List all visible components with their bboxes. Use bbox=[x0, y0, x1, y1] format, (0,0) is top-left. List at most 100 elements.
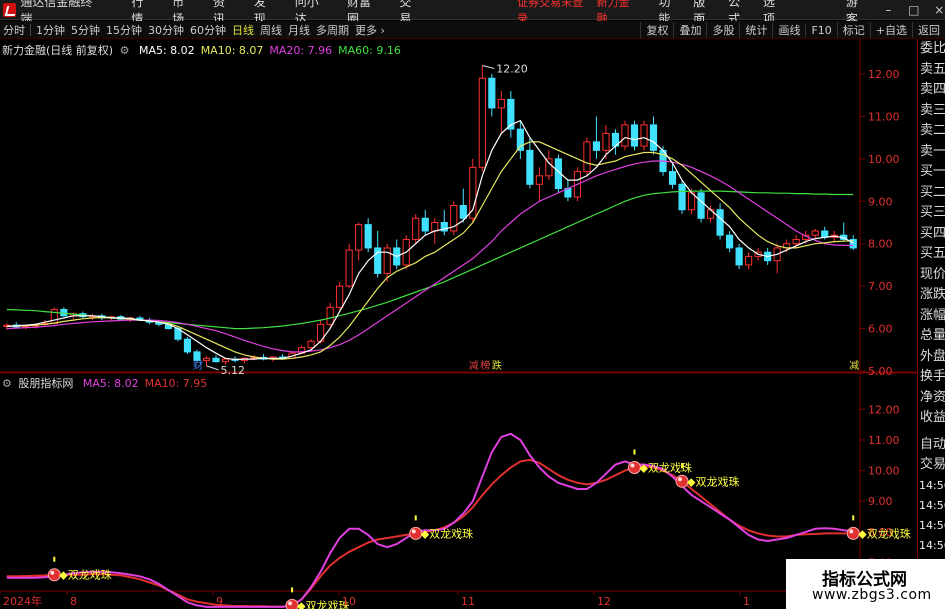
back-button[interactable]: 返回 bbox=[912, 22, 945, 38]
main-y-tick-label: 11.00 bbox=[868, 110, 900, 123]
adjust-button[interactable]: 复权 bbox=[640, 22, 673, 38]
period-daily[interactable]: 日线 bbox=[229, 22, 257, 38]
signal-label: ◆双龙戏珠 bbox=[639, 461, 691, 475]
mark-button[interactable]: 标记 bbox=[836, 22, 870, 38]
main-y-tick-label: 12.00 bbox=[868, 68, 900, 81]
period-60min[interactable]: 60分钟 bbox=[187, 22, 229, 38]
candle-up bbox=[497, 98, 505, 109]
signal-dot-shine bbox=[630, 463, 635, 468]
period-multi[interactable]: 多周期 bbox=[313, 22, 352, 38]
event-tag: 跌 bbox=[492, 359, 502, 372]
quote-item-14[interactable]: 总量 bbox=[918, 326, 945, 347]
event-tag: 榜 bbox=[480, 359, 490, 372]
quote-item-17[interactable]: 净资 bbox=[918, 388, 945, 409]
main-ma-label-1: MA10: 8.07 bbox=[200, 44, 264, 57]
candle-down bbox=[193, 351, 201, 361]
candle-down bbox=[735, 247, 743, 266]
candle-down bbox=[488, 77, 496, 109]
tick-time-2[interactable]: 14:56 bbox=[918, 516, 945, 536]
quote-item-10[interactable]: 买五 bbox=[918, 244, 945, 265]
f10-button[interactable]: F10 bbox=[805, 23, 836, 37]
quote-side-panel: 委比 卖五 卖四 卖三 卖二 卖一 买一 买二 买三 买四 买五 现价 涨跌 涨幅 总量 外盘 换手 净资 收益 自… bbox=[917, 39, 945, 609]
auto-trade-item-1[interactable]: 交易 bbox=[918, 455, 945, 476]
quote-item-2[interactable]: 卖四 bbox=[918, 80, 945, 101]
candle-down bbox=[821, 230, 829, 238]
maximize-icon[interactable]: □ bbox=[908, 3, 919, 17]
signal-dot-shine bbox=[411, 529, 416, 534]
quote-item-3[interactable]: 卖三 bbox=[918, 101, 945, 122]
candle-up bbox=[621, 124, 629, 147]
high-pointer bbox=[482, 65, 495, 69]
stats-button[interactable]: 统计 bbox=[739, 22, 772, 38]
auto-trade-item-0[interactable]: 自动 bbox=[918, 435, 945, 456]
overlay-button[interactable]: 叠加 bbox=[673, 22, 706, 38]
signal-dot-shine bbox=[678, 477, 683, 482]
quote-item-6[interactable]: 买一 bbox=[918, 162, 945, 183]
quote-item-7[interactable]: 买二 bbox=[918, 183, 945, 204]
draw-line-button[interactable]: 画线 bbox=[772, 22, 805, 38]
candle-up bbox=[745, 255, 753, 266]
period-5min[interactable]: 5分钟 bbox=[68, 22, 103, 38]
quote-item-1[interactable]: 卖五 bbox=[918, 60, 945, 81]
sub-ma-label-0: MA5: 8.02 bbox=[82, 377, 139, 390]
candle-up bbox=[811, 230, 819, 236]
candle-up bbox=[545, 158, 553, 177]
main-y-tick-label: 7.00 bbox=[868, 280, 893, 293]
period-monthly[interactable]: 月线 bbox=[285, 22, 313, 38]
quote-item-15[interactable]: 外盘 bbox=[918, 347, 945, 368]
tick-time-1[interactable]: 14:56 bbox=[918, 496, 945, 516]
toolbar-divider bbox=[30, 23, 31, 36]
quote-item-13[interactable]: 涨幅 bbox=[918, 306, 945, 327]
settings-icon[interactable]: ⚙ bbox=[2, 377, 12, 390]
settings-icon[interactable]: ⚙ bbox=[120, 44, 130, 57]
period-more[interactable]: 更多 › bbox=[352, 22, 388, 38]
main-y-tick-label: 10.00 bbox=[868, 153, 900, 166]
close-icon[interactable]: × bbox=[934, 3, 945, 17]
sub-ma5-line bbox=[6, 432, 854, 608]
main-ma-label-0: MA5: 8.02 bbox=[138, 44, 195, 57]
chart-canvas[interactable]: 12.00 11.00 10.00 9.00 8.00 7.00 6.00 5.00 12.2… bbox=[0, 39, 917, 609]
sub-y-tick-label: 10.00 bbox=[868, 465, 900, 478]
quote-item-8[interactable]: 买三 bbox=[918, 203, 945, 224]
x-tick-label: 2024年 bbox=[3, 594, 42, 608]
candle-up bbox=[583, 141, 591, 173]
quote-item-18[interactable]: 收益 bbox=[918, 408, 945, 429]
candle-down bbox=[697, 192, 705, 219]
multi-stock-button[interactable]: 多股 bbox=[706, 22, 739, 38]
event-tag: 减 bbox=[849, 360, 859, 372]
candle-up bbox=[345, 249, 353, 287]
low-pointer bbox=[206, 365, 219, 371]
x-tick-label: 1 bbox=[743, 595, 750, 608]
tick-time-3[interactable]: 14:56 bbox=[918, 536, 945, 556]
candle-up bbox=[431, 221, 439, 232]
quote-item-11[interactable]: 现价 bbox=[918, 265, 945, 286]
period-toolbar: 分时 1分钟 5分钟 15分钟 30分钟 60分钟 日线 周线 月线 多周期 更… bbox=[0, 21, 945, 39]
sub-chart-title: 股朋指标网 bbox=[18, 377, 74, 390]
candle-up bbox=[202, 357, 211, 361]
period-30min[interactable]: 30分钟 bbox=[145, 22, 187, 38]
candle-up bbox=[478, 77, 486, 168]
candle-down bbox=[726, 234, 734, 249]
tick-time-0[interactable]: 14:56 bbox=[918, 476, 945, 496]
quote-item-9[interactable]: 买四 bbox=[918, 224, 945, 245]
quote-item-12[interactable]: 涨跌 bbox=[918, 285, 945, 306]
period-1min[interactable]: 1分钟 bbox=[33, 22, 68, 38]
minimize-icon[interactable]: – bbox=[883, 3, 894, 17]
quote-item-5[interactable]: 卖一 bbox=[918, 142, 945, 163]
quote-item-16[interactable]: 换手 bbox=[918, 367, 945, 388]
quote-item-0[interactable]: 委比 bbox=[918, 39, 945, 60]
candle-down bbox=[364, 224, 372, 249]
main-chart-header: 新力金融(日线 前复权) ⚙ MA5: 8.02 MA10: 8.07 MA20: … bbox=[2, 42, 401, 58]
event-tag: 财 bbox=[193, 359, 203, 372]
period-more-label: 更多 bbox=[355, 23, 377, 37]
signal-label: ◆双龙戏珠 bbox=[59, 568, 111, 582]
period-intraday[interactable]: 分时 bbox=[0, 22, 28, 38]
signal-label: ◆双龙戏珠 bbox=[421, 526, 473, 540]
period-weekly[interactable]: 周线 bbox=[257, 22, 285, 38]
quote-item-4[interactable]: 卖二 bbox=[918, 121, 945, 142]
candle-up bbox=[221, 358, 230, 363]
signal-label: ◆双龙戏珠 bbox=[687, 474, 739, 488]
signal-tick bbox=[414, 515, 417, 521]
add-watchlist-button[interactable]: +自选 bbox=[869, 22, 912, 38]
period-15min[interactable]: 15分钟 bbox=[103, 22, 145, 38]
